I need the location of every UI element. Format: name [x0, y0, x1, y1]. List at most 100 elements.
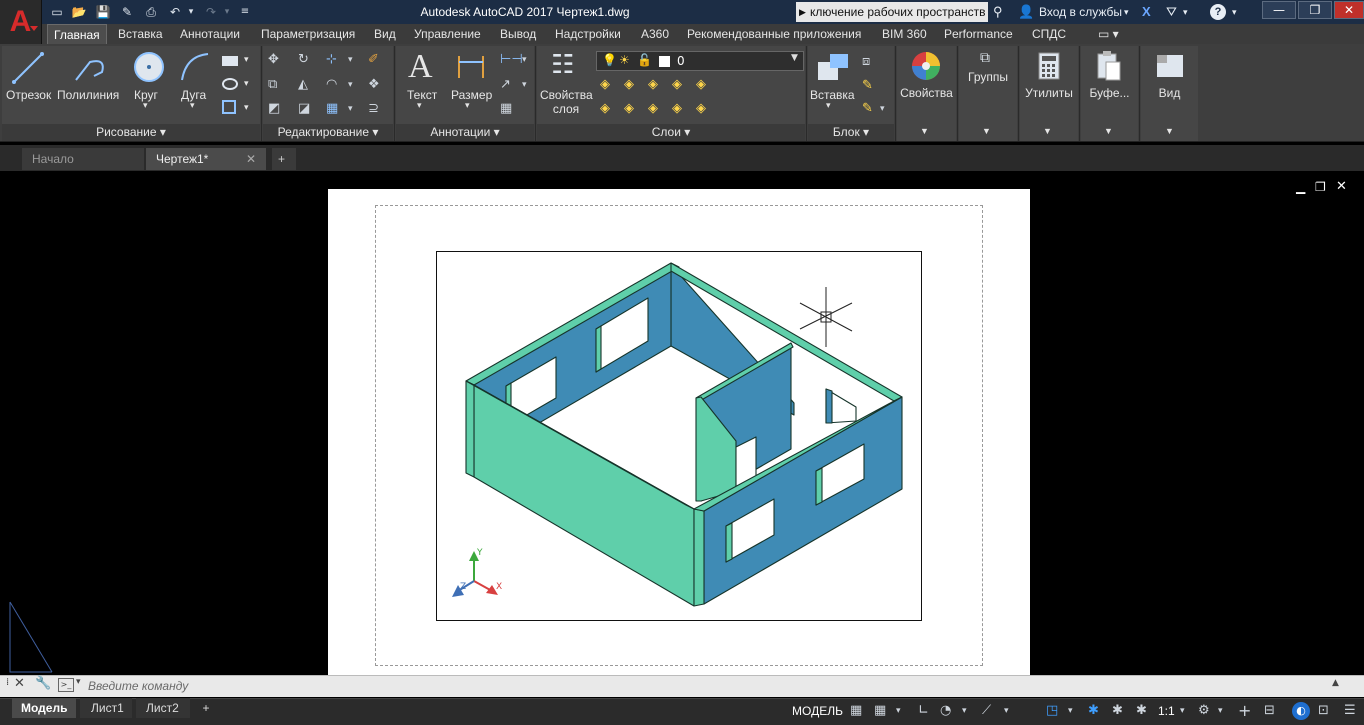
- edit-attributes-icon[interactable]: ✎: [862, 101, 873, 117]
- tab-annotate[interactable]: Аннотации: [180, 24, 240, 44]
- tab-layout2[interactable]: Лист2: [136, 698, 190, 718]
- tab-manage[interactable]: Управление: [414, 24, 481, 44]
- tab-addins[interactable]: Надстройки: [555, 24, 621, 44]
- osnap-dropdown-icon[interactable]: ▾: [1068, 703, 1073, 719]
- layer-thaw-icon[interactable]: ◈: [648, 101, 658, 117]
- auto-scale-icon[interactable]: ✱: [1112, 703, 1123, 719]
- polyline-icon[interactable]: [72, 52, 108, 84]
- line-icon[interactable]: [10, 50, 46, 86]
- print-icon[interactable]: ⎙: [142, 3, 160, 21]
- rotate-icon[interactable]: ↻: [298, 52, 309, 68]
- fillet-dropdown-icon[interactable]: ▾: [348, 77, 353, 93]
- undo-dropdown-icon[interactable]: ▾: [182, 3, 200, 21]
- recent-commands-icon[interactable]: >_: [58, 678, 74, 692]
- text-icon[interactable]: A: [408, 48, 433, 86]
- circle-dropdown-icon[interactable]: ▾: [143, 100, 148, 111]
- layer-properties-icon[interactable]: ☷: [551, 50, 574, 80]
- viewport-close-icon[interactable]: ✕: [1336, 179, 1347, 194]
- exchange-apps-icon[interactable]: X: [1142, 3, 1151, 21]
- properties-dropdown-icon[interactable]: ▼: [920, 126, 929, 136]
- copy-icon[interactable]: ⧉: [268, 77, 277, 93]
- signin-button[interactable]: Вход в службы: [1039, 3, 1122, 21]
- recent-commands-dropdown-icon[interactable]: ▾: [76, 677, 81, 687]
- new-file-icon[interactable]: ▭: [48, 3, 66, 21]
- viewport-restore-icon[interactable]: ❐: [1315, 180, 1326, 194]
- circle-icon[interactable]: [132, 50, 166, 84]
- arc-dropdown-icon[interactable]: ▾: [190, 100, 195, 111]
- ortho-icon[interactable]: ∟: [918, 703, 929, 719]
- layer-dropdown[interactable]: 💡 ☀ 🔓 0 ▼: [596, 51, 804, 71]
- a360-dropdown-icon[interactable]: ▾: [1183, 3, 1188, 21]
- trim-dropdown-icon[interactable]: ▾: [348, 52, 353, 68]
- workspace-dropdown-icon[interactable]: ▾: [1218, 703, 1223, 719]
- dimension-dropdown-icon[interactable]: ▾: [465, 100, 470, 111]
- fillet-icon[interactable]: ◠: [326, 77, 337, 93]
- annotation-scale-icon[interactable]: ✱: [1136, 703, 1147, 719]
- polyline-button[interactable]: Полилиния: [57, 88, 119, 102]
- layer-lock-icon[interactable]: ◈: [672, 77, 682, 93]
- tab-view[interactable]: Вид: [374, 24, 396, 44]
- tab-home[interactable]: Главная: [47, 24, 107, 44]
- tab-output[interactable]: Вывод: [500, 24, 536, 44]
- annotation-monitor-icon[interactable]: +: [1238, 703, 1251, 719]
- command-history-up-icon[interactable]: ▲: [1332, 678, 1339, 688]
- ellipse-dropdown-icon[interactable]: ▾: [244, 78, 249, 89]
- insert-dropdown-icon[interactable]: ▾: [826, 100, 831, 111]
- explode-icon[interactable]: ❖: [368, 77, 380, 93]
- layer-freeze-icon[interactable]: ◈: [648, 77, 658, 93]
- tab-spds[interactable]: СПДС: [1032, 24, 1066, 44]
- scale-dropdown-icon[interactable]: ▾: [1180, 703, 1185, 719]
- isodraft-dropdown-icon[interactable]: ▾: [1004, 703, 1009, 719]
- groups-dropdown-icon[interactable]: ▼: [982, 126, 991, 136]
- ellipse-icon[interactable]: [222, 78, 238, 90]
- stretch-icon[interactable]: ◩: [268, 101, 280, 117]
- layer-on-icon[interactable]: ◈: [600, 101, 610, 117]
- signin-dropdown-icon[interactable]: ▾: [1124, 3, 1129, 21]
- viewport-minimize-icon[interactable]: ▁: [1296, 180, 1305, 194]
- tab-a360[interactable]: A360: [641, 24, 669, 44]
- layer-properties-button[interactable]: Свойства слоя: [540, 88, 593, 116]
- save-as-icon[interactable]: ✎: [118, 3, 136, 21]
- close-button[interactable]: ✕: [1334, 1, 1364, 19]
- hatch-dropdown-icon[interactable]: ▾: [244, 102, 249, 113]
- insert-button[interactable]: Вставка: [810, 88, 855, 102]
- grid-icon[interactable]: ▦: [850, 703, 862, 719]
- redo-dropdown-icon[interactable]: ▾: [218, 3, 236, 21]
- erase-icon[interactable]: ✐: [368, 52, 379, 68]
- tab-layout1[interactable]: Лист1: [80, 698, 132, 718]
- layer-unisolate-icon[interactable]: ◈: [624, 101, 634, 117]
- rectangle-icon[interactable]: [222, 56, 238, 66]
- text-button[interactable]: Текст: [407, 88, 437, 102]
- make-current-icon[interactable]: ◈: [696, 77, 706, 93]
- tab-model[interactable]: Модель: [12, 698, 76, 718]
- add-layout-button[interactable]: +: [196, 698, 216, 718]
- layer-off-icon[interactable]: ◈: [600, 77, 610, 93]
- move-icon[interactable]: ✥: [268, 52, 279, 68]
- snap-icon[interactable]: ▦: [874, 703, 886, 719]
- linear-dimension-icon[interactable]: ⊢⊣: [500, 52, 523, 68]
- model-space-button[interactable]: МОДЕЛЬ: [792, 703, 843, 723]
- edit-block-icon[interactable]: ✎: [862, 78, 873, 94]
- linear-dropdown-icon[interactable]: ▾: [522, 52, 527, 68]
- scale-icon[interactable]: ◪: [298, 101, 310, 117]
- command-input[interactable]: Введите команду: [88, 677, 188, 695]
- table-icon[interactable]: ▦: [500, 101, 512, 117]
- isolate-objects-icon[interactable]: ◐: [1292, 702, 1310, 720]
- view-dropdown-icon[interactable]: ▼: [1165, 126, 1174, 136]
- scale-button[interactable]: 1:1: [1158, 703, 1175, 723]
- minimize-button[interactable]: —: [1262, 1, 1296, 19]
- tab-performance[interactable]: Performance: [944, 24, 1013, 44]
- polar-icon[interactable]: ◔: [940, 703, 951, 719]
- customize-icon[interactable]: 🔧: [35, 676, 51, 691]
- ribbon-display-toggle[interactable]: ▭ ▾: [1098, 24, 1119, 44]
- leader-icon[interactable]: ↗: [500, 77, 511, 93]
- panel-modify-title[interactable]: Редактирование ▾: [263, 124, 393, 141]
- layer-unlock-icon[interactable]: ◈: [672, 101, 682, 117]
- isodraft-icon[interactable]: ⟋: [982, 703, 991, 719]
- close-tab-icon[interactable]: ✕: [246, 148, 256, 170]
- help-icon[interactable]: ?: [1210, 4, 1226, 20]
- annotation-visibility-icon[interactable]: ✱: [1088, 703, 1099, 719]
- file-tab-drawing[interactable]: Чертеж1* ✕: [146, 148, 266, 170]
- panel-annotation-title[interactable]: Аннотации ▾: [396, 124, 534, 141]
- dimension-icon[interactable]: [456, 52, 486, 82]
